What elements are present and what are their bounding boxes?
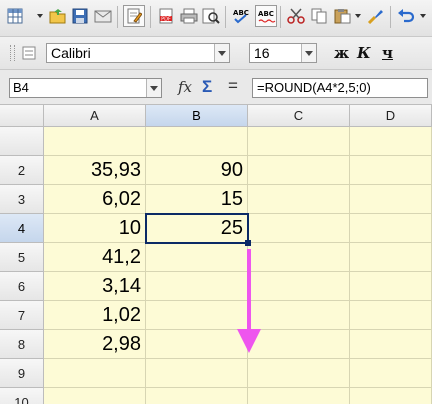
paste-dropdown-icon[interactable] — [355, 14, 361, 18]
font-name-combo[interactable]: Calibri — [46, 43, 230, 63]
toolbar-separator — [390, 6, 391, 28]
cell-c1[interactable] — [248, 127, 350, 156]
cell-d10[interactable] — [350, 388, 432, 404]
cell-d4[interactable] — [350, 214, 432, 243]
column-header-c[interactable]: C — [248, 105, 350, 127]
cell-a4[interactable]: 10 — [44, 214, 146, 243]
underline-button[interactable]: ч — [382, 44, 393, 62]
cell-a7[interactable]: 1,02 — [44, 301, 146, 330]
chevron-down-icon[interactable] — [146, 79, 161, 97]
export-pdf-icon[interactable]: PDF — [155, 5, 177, 27]
formula-bar: B4 fx Σ = =ROUND(A4*2,5;0) — [0, 70, 432, 105]
cell-c3[interactable] — [248, 185, 350, 214]
row-header-9[interactable]: 9 — [0, 359, 44, 388]
cell-a5[interactable]: 41,2 — [44, 243, 146, 272]
formula-text: =ROUND(A4*2,5;0) — [257, 80, 371, 95]
cell-d7[interactable] — [350, 301, 432, 330]
paste-icon[interactable] — [332, 5, 354, 27]
cell-d1[interactable] — [350, 127, 432, 156]
format-paintbrush-icon[interactable] — [364, 5, 386, 27]
toolbar-separator — [225, 6, 226, 28]
italic-button[interactable]: К — [357, 44, 371, 62]
cell-b2[interactable]: 90 — [146, 156, 248, 185]
cell-a3[interactable]: 6,02 — [44, 185, 146, 214]
cell-d5[interactable] — [350, 243, 432, 272]
print-preview-icon[interactable] — [200, 5, 222, 27]
cell-d2[interactable] — [350, 156, 432, 185]
row-header-5[interactable]: 5 — [0, 243, 44, 272]
copy-icon[interactable] — [308, 5, 330, 27]
cell-a2[interactable]: 35,93 — [44, 156, 146, 185]
cell-d9[interactable] — [350, 359, 432, 388]
row-header-1[interactable] — [0, 127, 44, 156]
row-header-7[interactable]: 7 — [0, 301, 44, 330]
cell-c9[interactable] — [248, 359, 350, 388]
column-header-b[interactable]: B — [146, 105, 248, 127]
toolbar-separator — [117, 6, 118, 28]
cell-d3[interactable] — [350, 185, 432, 214]
fill-down-arrow-icon — [237, 249, 261, 353]
styles-icon[interactable] — [18, 42, 40, 64]
cell-d6[interactable] — [350, 272, 432, 301]
row-header-10[interactable]: 10 — [0, 388, 44, 404]
name-box[interactable]: B4 — [9, 78, 162, 98]
save-icon[interactable] — [69, 5, 91, 27]
cell-reference: B4 — [13, 80, 29, 95]
table-icon[interactable] — [4, 5, 26, 27]
font-size-value: 16 — [254, 45, 270, 61]
row-header-3[interactable]: 3 — [0, 185, 44, 214]
cell-b4[interactable]: 25 — [146, 214, 248, 243]
cell-b3[interactable]: 15 — [146, 185, 248, 214]
new-dropdown-icon[interactable] — [37, 14, 43, 18]
open-folder-icon[interactable] — [47, 5, 69, 27]
svg-text:PDF: PDF — [161, 17, 171, 23]
undo-dropdown-icon[interactable] — [420, 14, 426, 18]
cell-b10[interactable] — [146, 388, 248, 404]
row-header-2[interactable]: 2 — [0, 156, 44, 185]
cell-a10[interactable] — [44, 388, 146, 404]
font-size-combo[interactable]: 16 — [249, 43, 317, 63]
equals-icon[interactable]: = — [228, 76, 238, 96]
row-header-6[interactable]: 6 — [0, 272, 44, 301]
chevron-down-icon[interactable] — [214, 44, 229, 62]
autospellcheck-icon[interactable]: ABC — [255, 5, 277, 27]
bold-button[interactable]: ж — [334, 44, 349, 62]
spellcheck-icon[interactable]: ABC — [230, 5, 252, 27]
cut-icon[interactable] — [285, 5, 307, 27]
undo-icon[interactable] — [395, 5, 417, 27]
print-icon[interactable] — [178, 5, 200, 27]
toolbar-grip-icon[interactable] — [10, 45, 15, 61]
cell-a8[interactable]: 2,98 — [44, 330, 146, 359]
cell-b1[interactable] — [146, 127, 248, 156]
row-header-8[interactable]: 8 — [0, 330, 44, 359]
edit-document-icon[interactable] — [123, 5, 145, 27]
toolbar-separator — [280, 6, 281, 28]
font-name-value: Calibri — [51, 45, 91, 61]
column-header-a[interactable]: A — [44, 105, 146, 127]
function-wizard-icon[interactable]: fx — [178, 78, 192, 96]
cell-a9[interactable] — [44, 359, 146, 388]
cell-a1[interactable] — [44, 127, 146, 156]
spreadsheet-grid[interactable]: A B C D 2 35,93 90 3 6,02 15 4 10 25 5 4… — [0, 105, 432, 404]
auto-spell-label: ABC — [258, 10, 274, 18]
row-header-4[interactable]: 4 — [0, 214, 44, 243]
email-icon[interactable] — [92, 5, 114, 27]
cell-c10[interactable] — [248, 388, 350, 404]
formatting-toolbar: Calibri 16 ж К ч — [0, 37, 432, 70]
cell-a6[interactable]: 3,14 — [44, 272, 146, 301]
column-header-d[interactable]: D — [350, 105, 432, 127]
cell-d8[interactable] — [350, 330, 432, 359]
sum-icon[interactable]: Σ — [202, 77, 212, 97]
chevron-down-icon[interactable] — [301, 44, 316, 62]
cell-c4[interactable] — [248, 214, 350, 243]
standard-toolbar: PDF ABC ABC — [0, 0, 432, 37]
cell-b9[interactable] — [146, 359, 248, 388]
formula-input[interactable]: =ROUND(A4*2,5;0) — [252, 78, 428, 98]
toolbar-separator — [150, 6, 151, 28]
cell-c2[interactable] — [248, 156, 350, 185]
select-all-corner[interactable] — [0, 105, 44, 127]
